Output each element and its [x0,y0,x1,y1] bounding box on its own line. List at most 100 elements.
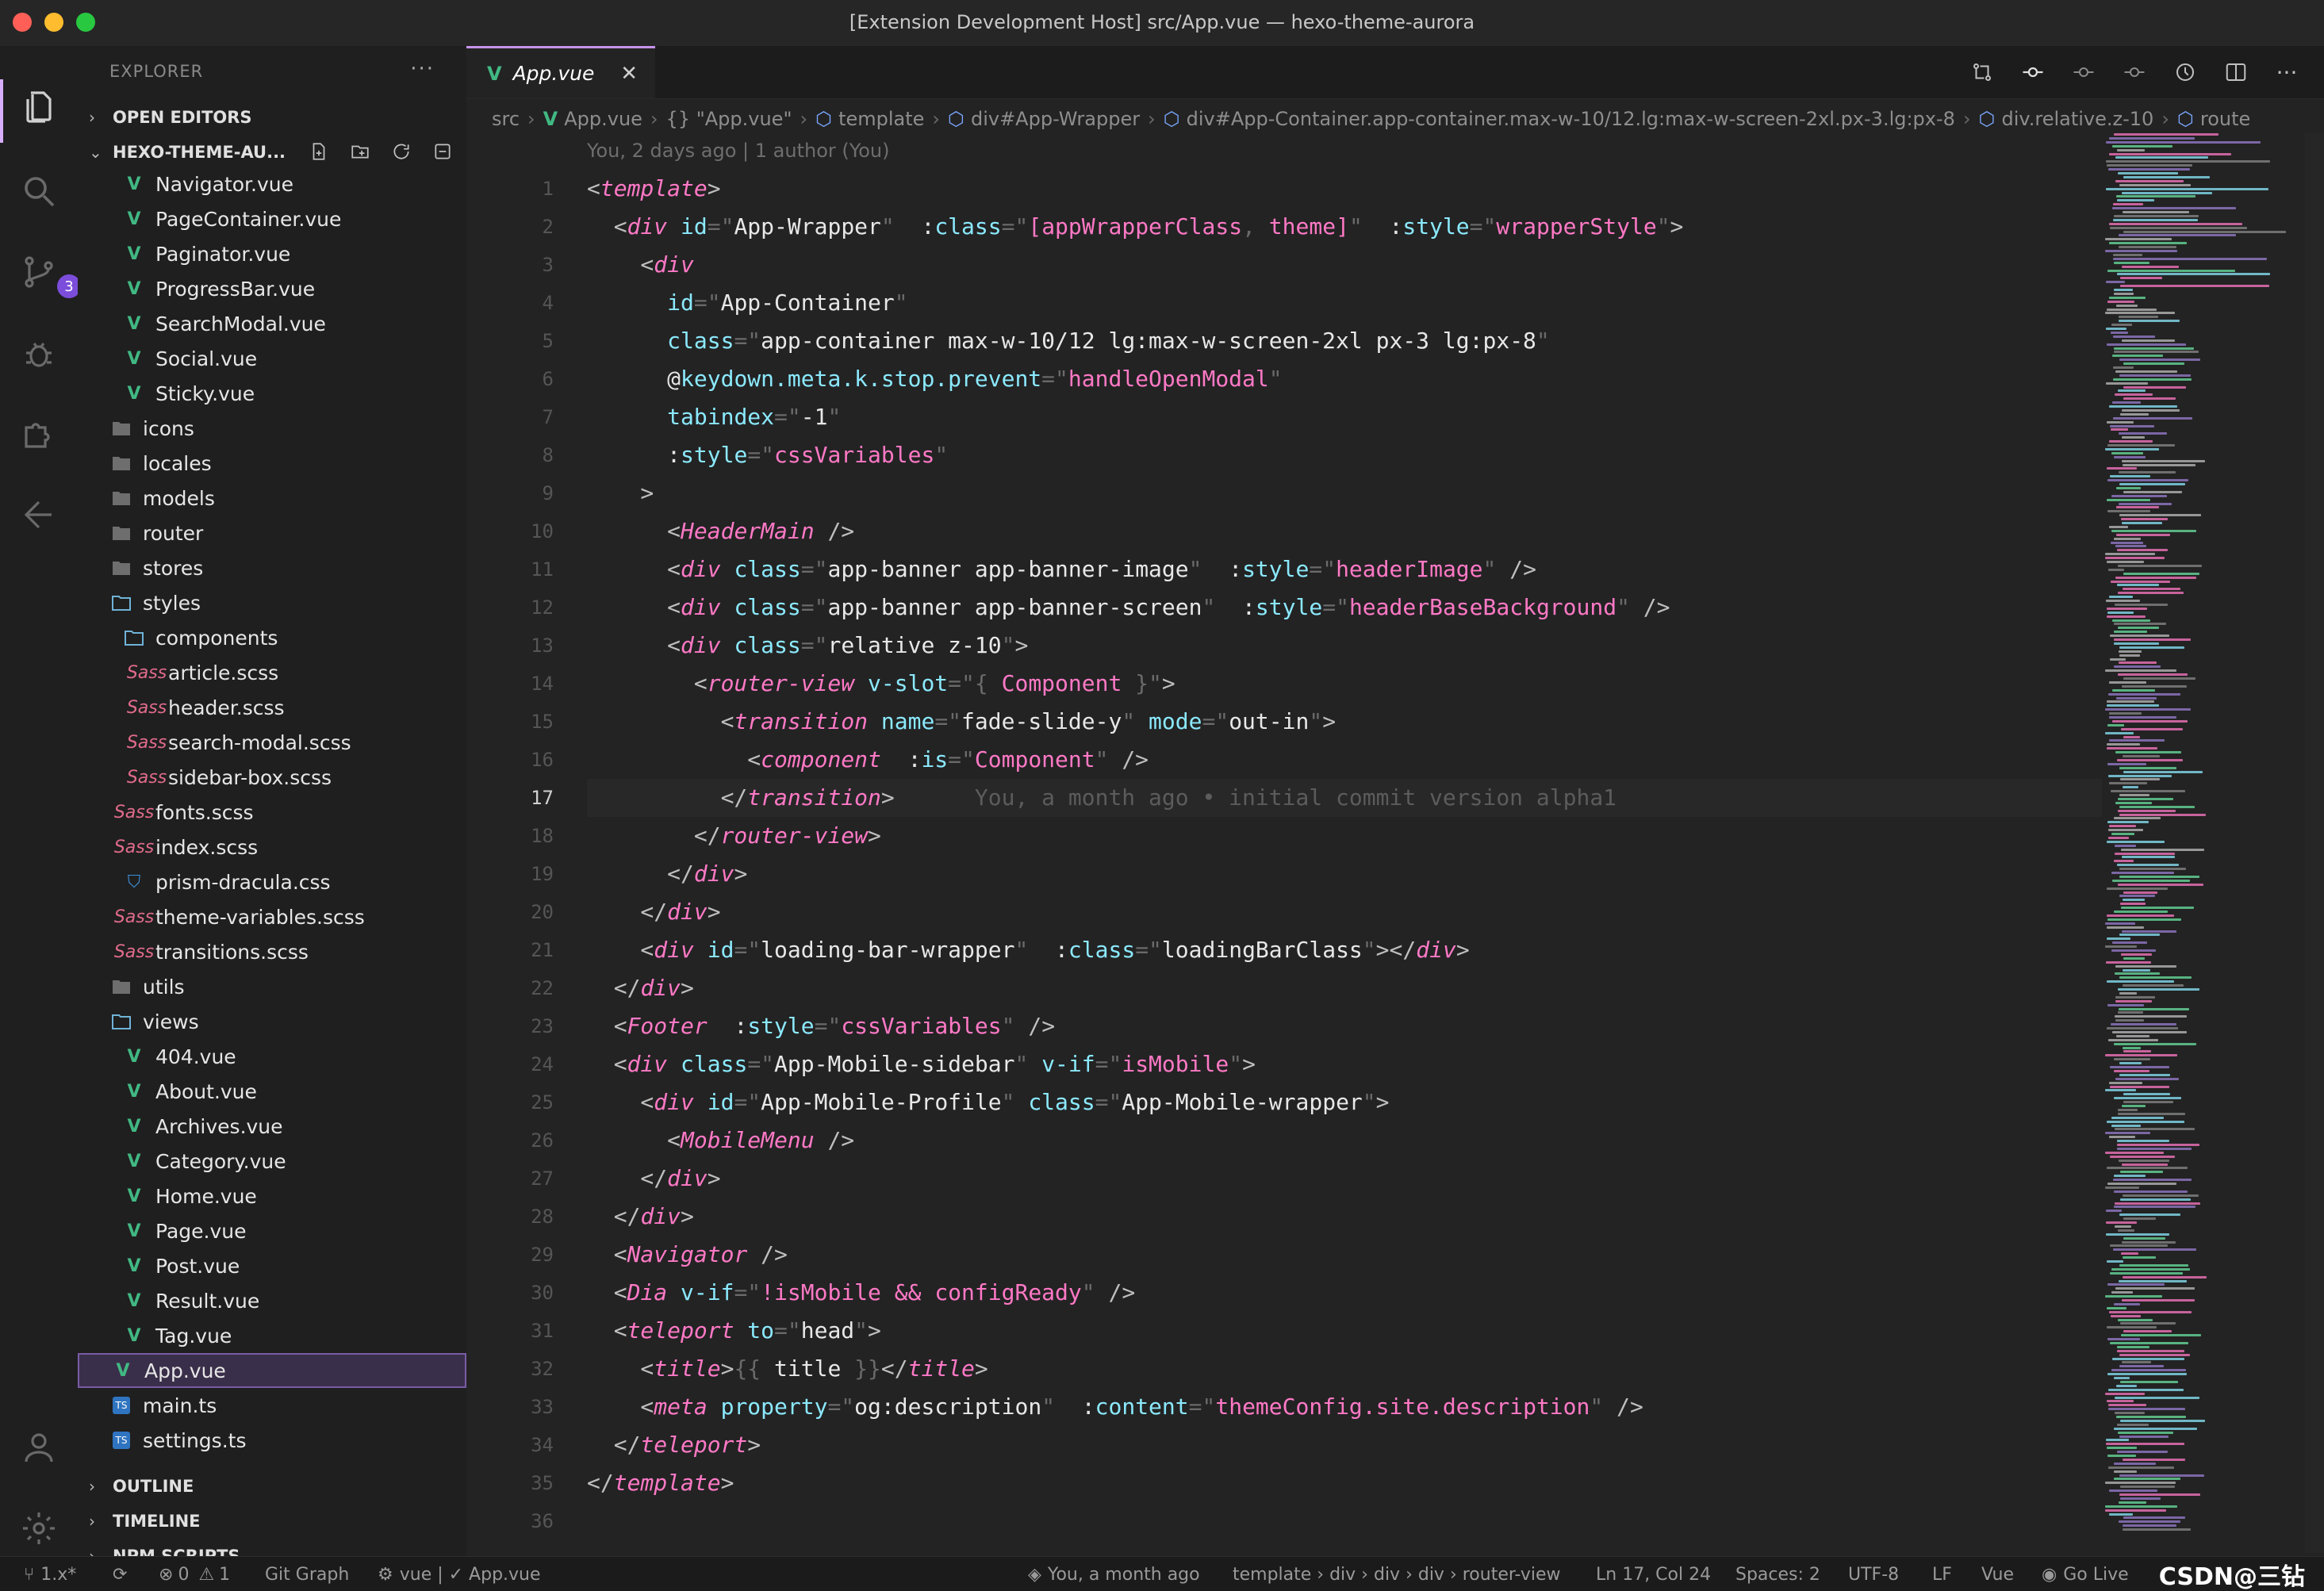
search-icon[interactable] [17,170,60,213]
breadcrumb-item[interactable]: div#App-Wrapper [971,108,1140,130]
new-folder-icon[interactable] [347,139,373,164]
code-line[interactable]: <div [587,246,2102,284]
refresh-icon[interactable] [389,139,414,164]
outline-section[interactable]: › OUTLINE [89,1470,194,1502]
code-line[interactable]: @keydown.meta.k.stop.prevent="handleOpen… [587,360,2102,398]
git-graph-status[interactable]: Git Graph [265,1557,349,1591]
tree-item[interactable]: Sass theme-variables.scss [78,899,466,934]
tree-item[interactable]: Sass search-modal.scss [78,725,466,760]
tree-item[interactable]: V PageContainer.vue [78,201,466,236]
code-line[interactable]: </div> [587,969,2102,1007]
git-graph-icon[interactable] [17,493,60,536]
project-section[interactable]: ⌄ HEXO-THEME-AU... [89,136,286,168]
tree-item[interactable]: V ProgressBar.vue [78,271,466,306]
tree-item[interactable]: V App.vue [78,1353,466,1388]
tree-item[interactable]: stores [78,550,466,585]
sync-icon[interactable]: ⟳ [113,1557,127,1591]
tree-item[interactable]: V Home.vue [78,1179,466,1213]
code-line[interactable]: <div id="App-Wrapper" :class="[appWrappe… [587,208,2102,246]
debug-icon[interactable] [17,332,60,374]
tree-item[interactable]: locales [78,446,466,481]
code-line[interactable]: <meta property="og:description" :content… [587,1388,2102,1426]
git-commit-icon[interactable] [2019,59,2046,86]
timeline-section[interactable]: › TIMELINE [89,1505,201,1537]
code-line[interactable]: class="app-container max-w-10/12 lg:max-… [587,322,2102,360]
vue-status[interactable]: ⚙ vue | ✓ App.vue [378,1557,541,1591]
code-line[interactable]: <div class="app-banner app-banner-screen… [587,588,2102,627]
source-control-icon[interactable]: 3 [17,251,81,298]
code-line[interactable]: </router-view> [587,817,2102,855]
tree-item[interactable]: V 404.vue [78,1039,466,1074]
tree-item[interactable]: utils [78,969,466,1004]
code-lens-author[interactable]: You, 2 days ago | 1 author (You) [587,140,889,162]
breadcrumb-item[interactable]: src [492,108,520,130]
tree-item[interactable]: Sass article.scss [78,655,466,690]
cursor-position[interactable]: Ln 17, Col 24 [1596,1557,1711,1591]
tree-item[interactable]: styles [78,585,466,620]
code-line[interactable]: > [587,474,2102,512]
tree-item[interactable]: V Social.vue [78,341,466,376]
code-line[interactable]: id="App-Container" [587,284,2102,322]
collapse-all-icon[interactable] [430,139,455,164]
breadcrumb-item[interactable]: div#App-Container.app-container.max-w-10… [1187,108,1955,130]
code-line[interactable]: <Footer :style="cssVariables" /> [587,1007,2102,1045]
account-icon[interactable] [17,1426,60,1469]
close-tab-icon[interactable]: ✕ [620,62,638,86]
tree-item[interactable]: Sass index.scss [78,830,466,865]
breadcrumb-item[interactable]: div.relative.z-10 [2002,108,2154,130]
tree-item[interactable]: V Paginator.vue [78,236,466,271]
code-line[interactable]: </transition> You, a month ago • initial… [587,779,2102,817]
timeline-icon[interactable] [2172,59,2199,86]
tree-item[interactable]: TS main.ts [78,1388,466,1423]
eol-status[interactable]: LF [1932,1557,1952,1591]
breadcrumb-item[interactable]: template [838,108,924,130]
breadcrumb-status[interactable]: template › div › div › div › router-view [1233,1557,1561,1591]
code-line[interactable]: <Dia v-if="!isMobile && configReady" /> [587,1274,2102,1312]
code-line[interactable]: tabindex="-1" [587,398,2102,436]
code-line[interactable]: :style="cssVariables" [587,436,2102,474]
code-line[interactable]: <div class="App-Mobile-sidebar" v-if="is… [587,1045,2102,1083]
more-actions-icon[interactable]: ··· [410,57,435,81]
code-line[interactable]: <div class="relative z-10"> [587,627,2102,665]
code-line[interactable]: <transition name="fade-slide-y" mode="ou… [587,703,2102,741]
tree-item[interactable]: TS settings.ts [78,1423,466,1458]
tree-item[interactable]: V Tag.vue [78,1318,466,1353]
tree-item[interactable]: views [78,1004,466,1039]
code-content[interactable]: <template> <div id="App-Wrapper" :class=… [587,170,2102,1540]
breadcrumb-item[interactable]: {} "App.vue" [666,108,792,130]
new-file-icon[interactable] [306,139,332,164]
minimap[interactable] [2105,133,2295,1553]
code-line[interactable]: <router-view v-slot="{ Component }"> [587,665,2102,703]
compare-changes-icon[interactable] [1969,59,1996,86]
code-line[interactable]: <HeaderMain /> [587,512,2102,550]
code-line[interactable]: </template> [587,1464,2102,1502]
code-line[interactable]: </div> [587,855,2102,893]
tree-item[interactable]: icons [78,411,466,446]
tree-item[interactable]: components [78,620,466,655]
breadcrumb-item[interactable]: route [2200,108,2250,130]
blame-status[interactable]: ◈ You, a month ago [1028,1557,1200,1591]
tree-item[interactable]: router [78,516,466,550]
tree-item[interactable]: Sass header.scss [78,690,466,725]
code-line[interactable]: <component :is="Component" /> [587,741,2102,779]
tree-item[interactable]: V Navigator.vue [78,167,466,201]
go-live-status[interactable]: ◉ Go Live [2042,1557,2129,1591]
code-line[interactable]: </div> [587,893,2102,931]
code-line[interactable]: <div id="loading-bar-wrapper" :class="lo… [587,931,2102,969]
tree-item[interactable]: Sass fonts.scss [78,795,466,830]
tree-item[interactable]: V SearchModal.vue [78,306,466,341]
tree-item[interactable]: Sass transitions.scss [78,934,466,969]
problems-status[interactable]: ⊗ 0 ⚠ 1 [159,1557,230,1591]
tree-item[interactable]: Sass sidebar-box.scss [78,760,466,795]
indentation-status[interactable]: Spaces: 2 [1735,1557,1820,1591]
tree-item[interactable]: V Category.vue [78,1144,466,1179]
code-line[interactable]: <MobileMenu /> [587,1121,2102,1160]
more-actions-icon[interactable]: ··· [2273,59,2300,86]
code-line[interactable]: </div> [587,1198,2102,1236]
tree-item[interactable]: V Sticky.vue [78,376,466,411]
branch-status[interactable]: ⑂ 1.x* [24,1557,76,1591]
explorer-icon[interactable] [17,86,60,128]
code-line[interactable]: <teleport to="head"> [587,1312,2102,1350]
tree-item[interactable]: V Page.vue [78,1213,466,1248]
tree-item[interactable]: V Post.vue [78,1248,466,1283]
